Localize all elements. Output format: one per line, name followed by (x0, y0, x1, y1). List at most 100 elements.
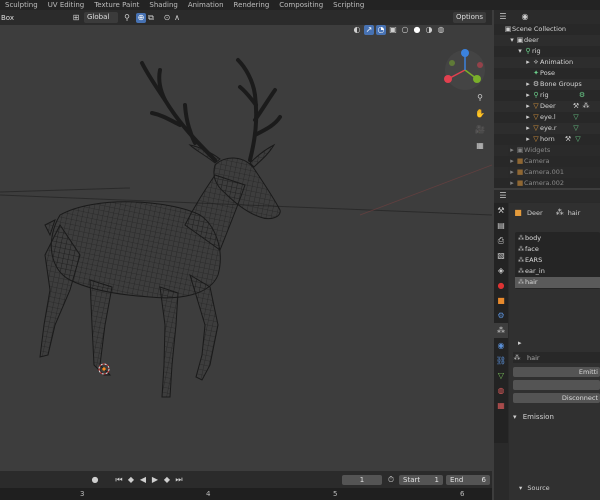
orientation-dropdown[interactable]: Global (84, 12, 118, 23)
3d-viewport[interactable]: ◐ ↗ ◔ ▣ ○ ● ◑ ◍ ⚲ ✋ 🎥 ▦ (0, 25, 492, 471)
mesh-icon: ▽ (533, 102, 539, 110)
select-mode-dropdown[interactable]: Box (0, 14, 61, 22)
outliner-item-bone-groups[interactable]: ▸ ⚙Bone Groups (494, 79, 600, 90)
outliner-item-eye-r[interactable]: ▸ ▽eye.r ▽ (494, 123, 600, 134)
data-tab-icon[interactable]: ▽ (494, 368, 508, 383)
group-name-field[interactable]: ⁂ hair (513, 352, 600, 363)
tab-texture-paint[interactable]: Texture Paint (89, 0, 144, 10)
display-mode-icon[interactable]: ◉ (520, 12, 530, 22)
current-frame-field[interactable]: 1 (342, 474, 382, 485)
start-frame-field[interactable]: Start 1 (399, 474, 443, 485)
frame-ruler[interactable]: 3 4 5 6 (0, 488, 492, 500)
scene-tab-icon[interactable]: ◈ (494, 263, 508, 278)
outliner-label: Deer (540, 102, 556, 110)
texture-tab-icon[interactable]: ▦ (494, 398, 508, 413)
expand-arrow-icon[interactable]: ▸ (524, 134, 532, 145)
outliner-item-deer-mesh[interactable]: ▸ ▽Deer ⚒ ⁂ (494, 101, 600, 112)
expand-arrow-icon[interactable]: ▸ (524, 101, 532, 112)
outliner-item-camera-002[interactable]: ▸ ■Camera.002 (494, 178, 600, 188)
particles-tab-icon[interactable]: ⁂ (494, 323, 508, 338)
source-panel-header[interactable]: ▾ Source (519, 483, 550, 493)
playback-controls: ⏮ ◆ ◀ ▶ ◆ ⏭ (114, 475, 184, 485)
panel-arrow-icon: ▾ (513, 413, 517, 421)
mesh-icon: ■ (514, 208, 522, 217)
blank-button[interactable] (513, 380, 600, 390)
outliner-item-animation[interactable]: ▸ ⟡ Animation (494, 57, 600, 68)
play-icon[interactable]: ▶ (150, 475, 160, 485)
tool-tab-icon[interactable]: ⚒ (494, 203, 508, 218)
list-item[interactable]: ⁂ear_in (515, 266, 600, 277)
expand-arrow-icon[interactable]: ▸ (524, 79, 532, 90)
falloff-icon[interactable]: ∧ (172, 13, 182, 23)
emit-button[interactable]: Emitti (513, 367, 600, 377)
tab-uv-editing[interactable]: UV Editing (43, 0, 90, 10)
outliner-item-camera[interactable]: ▸ ■Camera (494, 156, 600, 167)
tab-compositing[interactable]: Compositing (274, 0, 328, 10)
expand-arrow-icon[interactable]: ▸ (508, 156, 516, 167)
list-item[interactable]: ⁂body (515, 233, 600, 244)
tab-rendering[interactable]: Rendering (229, 0, 275, 10)
object-tab-icon[interactable]: ■ (494, 293, 508, 308)
expand-arrow-icon[interactable]: ▸ (508, 167, 516, 178)
disconnect-button[interactable]: Disconnect (513, 393, 600, 403)
modifier-tab-icon[interactable]: ⚙ (494, 308, 508, 323)
outliner-item-widgets[interactable]: ▸ ▣Widgets (494, 145, 600, 156)
list-expand-arrow-icon[interactable]: ▸ (518, 339, 600, 347)
editor-type-icon[interactable]: ☰ (498, 12, 508, 22)
jump-end-icon[interactable]: ⏭ (174, 475, 184, 485)
outliner-item-pose[interactable]: ✦Pose (494, 68, 600, 79)
snap-target-icon[interactable]: ⧉ (146, 13, 156, 23)
constraints-tab-icon[interactable]: ⛓ (494, 353, 508, 368)
tab-shading[interactable]: Shading (144, 0, 182, 10)
outliner-item-eye-l[interactable]: ▸ ▽eye.l ▽ (494, 112, 600, 123)
tab-scripting[interactable]: Scripting (328, 0, 369, 10)
expand-arrow-icon[interactable]: ▸ (524, 123, 532, 134)
expand-arrow-icon[interactable]: ▸ (524, 57, 532, 68)
snap-toggle-icon[interactable]: ⊕ (136, 12, 146, 23)
pivot-point-icon[interactable]: ⚲ (122, 13, 132, 23)
outliner-item-deer[interactable]: ▾ ▣deer (494, 35, 600, 46)
expand-arrow-icon[interactable]: ▸ (524, 90, 532, 101)
expand-arrow-icon[interactable]: ▸ (508, 145, 516, 156)
ruler-mark: 3 (80, 490, 85, 498)
proportional-edit-icon[interactable]: ⊙ (162, 13, 172, 23)
output-tab-icon[interactable]: ⎙ (494, 233, 508, 248)
jump-start-icon[interactable]: ⏮ (114, 475, 124, 485)
expand-arrow-icon[interactable]: ▾ (516, 46, 524, 57)
options-button[interactable]: Options (452, 12, 486, 23)
emission-panel-header[interactable]: ▾ Emission (509, 411, 600, 423)
outliner-item-scene-collection[interactable]: ▣Scene Collection (494, 24, 600, 35)
tab-animation[interactable]: Animation (183, 0, 229, 10)
armature-data-icon: ⚲ (533, 91, 539, 99)
expand-arrow-icon[interactable]: ▸ (508, 178, 516, 188)
vertex-group-label: EARS (525, 256, 543, 264)
next-keyframe-icon[interactable]: ◆ (162, 475, 172, 485)
outliner-item-horn[interactable]: ▸ ▽horn ⚒ ▽ (494, 134, 600, 145)
play-reverse-icon[interactable]: ◀ (138, 475, 148, 485)
end-frame-field[interactable]: End 6 (446, 474, 490, 485)
group-name: hair (567, 209, 581, 217)
material-tab-icon[interactable]: ◍ (494, 383, 508, 398)
expand-arrow-icon[interactable]: ▸ (524, 112, 532, 123)
collection-icon: ▣ (504, 25, 512, 33)
list-item-selected[interactable]: ⁂hair (515, 277, 600, 288)
record-icon[interactable]: ● (90, 475, 100, 485)
view-layer-tab-icon[interactable]: ▧ (494, 248, 508, 263)
outliner-item-camera-001[interactable]: ▸ ■Camera.001 (494, 167, 600, 178)
render-tab-icon[interactable]: ▤ (494, 218, 508, 233)
properties-header: ☰ (494, 190, 600, 202)
outliner-item-rig-data[interactable]: ▸ ⚲rig ⚙ (494, 90, 600, 101)
list-item[interactable]: ⁂EARS (515, 255, 600, 266)
prev-keyframe-icon[interactable]: ◆ (126, 475, 136, 485)
outliner-label: rig (532, 47, 541, 55)
transform-pivot-icon[interactable]: ⊞ (71, 13, 81, 23)
tab-sculpting[interactable]: Sculpting (0, 0, 43, 10)
outliner-item-rig[interactable]: ▾ ⚲rig (494, 46, 600, 57)
physics-tab-icon[interactable]: ◉ (494, 338, 508, 353)
editor-type-icon[interactable]: ☰ (498, 191, 508, 201)
stopwatch-icon[interactable]: ⏱ (386, 475, 396, 485)
camera-icon: ■ (516, 179, 524, 187)
world-tab-icon[interactable]: ● (494, 278, 508, 293)
expand-arrow-icon[interactable]: ▾ (508, 35, 516, 46)
list-item[interactable]: ⁂face (515, 244, 600, 255)
